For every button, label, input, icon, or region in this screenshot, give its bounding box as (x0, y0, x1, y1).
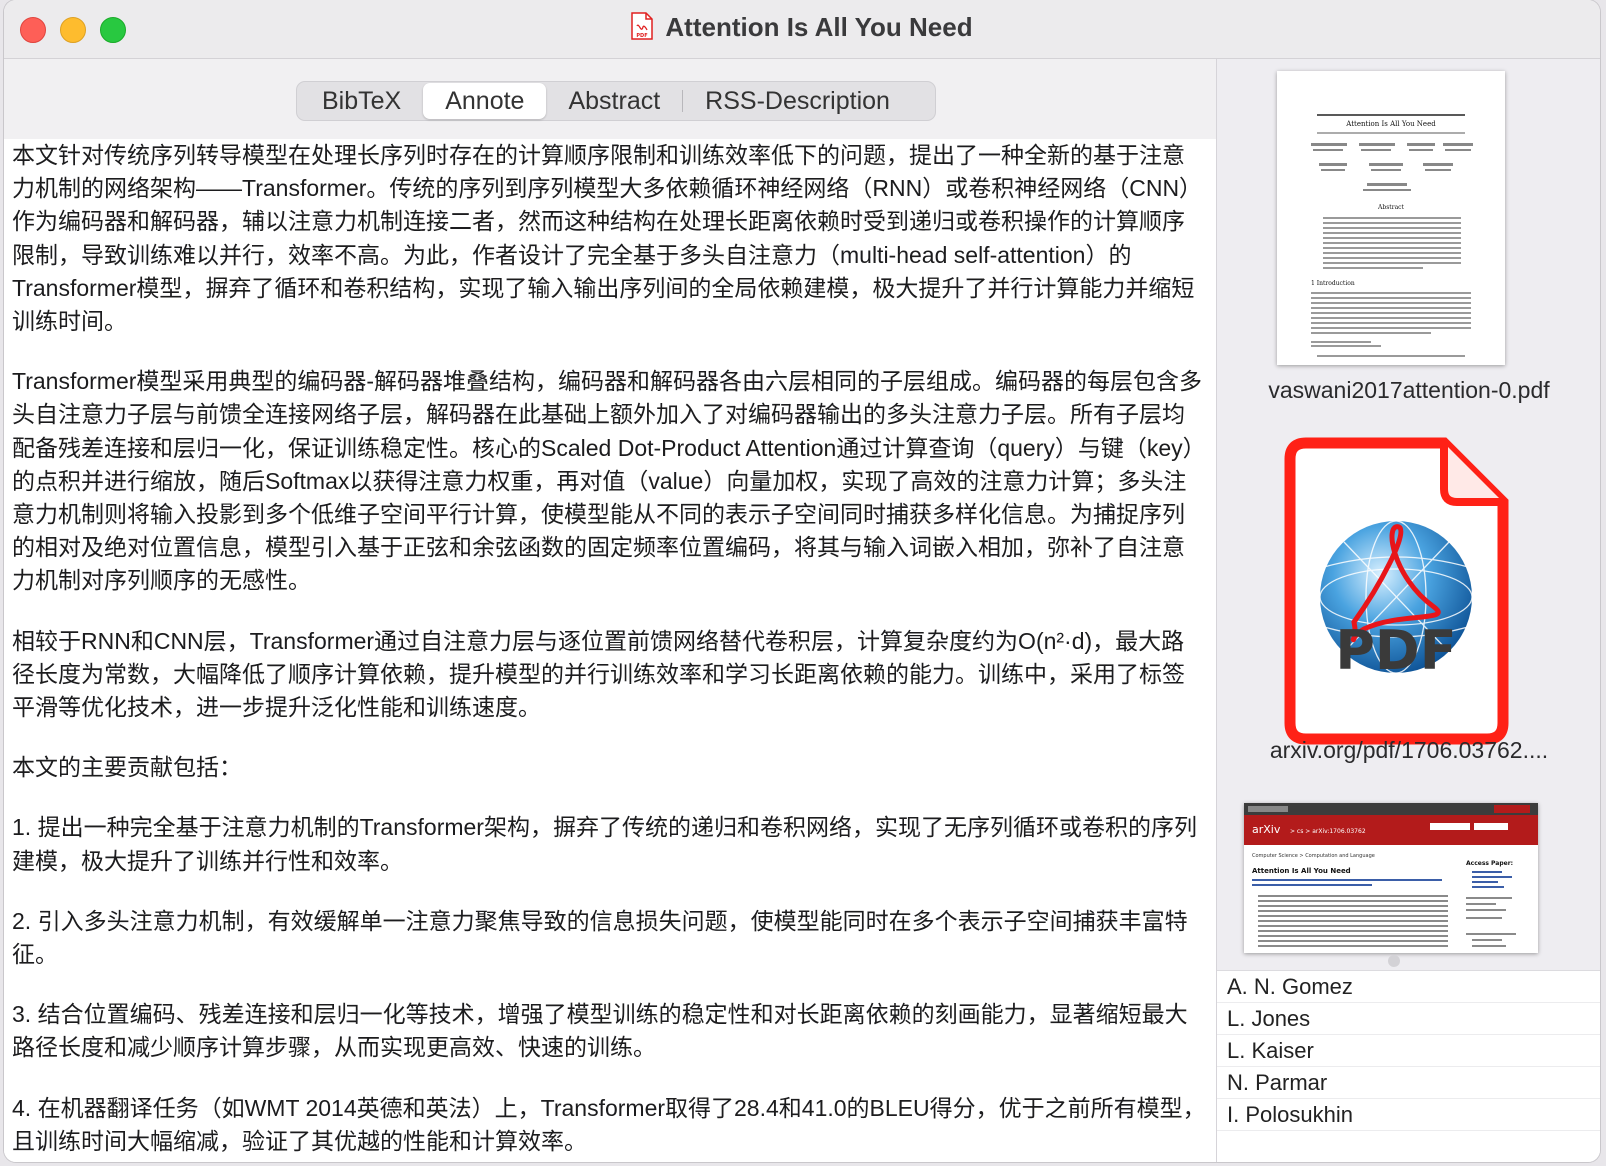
tab-annote[interactable]: Annote (423, 83, 547, 119)
tab-bibtex[interactable]: BibTeX (300, 83, 423, 119)
tab-abstract[interactable]: Abstract (546, 83, 682, 119)
attachment-pdf-label-wrap: vaswani2017attention-0.pdf (1217, 377, 1600, 404)
content-pane: BibTeX Annote Abstract RSS-Description 本… (4, 59, 1216, 1162)
acrobat-pdf-icon: PDF (1284, 437, 1509, 745)
pdf-document-icon: PDF (631, 12, 654, 40)
title-bar: PDF Attention Is All You Need (4, 0, 1600, 59)
author-item[interactable]: I. Polosukhin (1217, 1099, 1600, 1131)
arxiv-page-preview: arXiv > cs > arXiv:1706.03762 Computer S… (1244, 803, 1538, 947)
thumb-arxiv-section: Computer Science > Computation and Langu… (1252, 853, 1375, 859)
annote-paragraph: 1. 提出一种完全基于注意力机制的Transformer架构，摒弃了传统的递归和… (12, 814, 1197, 874)
window-title-area: PDF Attention Is All You Need (4, 12, 1600, 43)
annote-paragraph: 3. 结合位置编码、残差连接和层归一化等技术，增强了模型训练的稳定性和对长距离依… (12, 1001, 1188, 1061)
attachments-sidebar: Attention Is All You Need Abstract 1 Int… (1216, 59, 1600, 1162)
author-item[interactable]: A. N. Gomez (1217, 971, 1600, 1003)
tab-bar: BibTeX Annote Abstract RSS-Description (296, 81, 936, 121)
annote-paragraph: 相较于RNN和CNN层，Transformer通过自注意力层与逐位置前馈网络替代… (12, 627, 1185, 721)
annote-paragraph: 本文的主要贡献包括： (12, 754, 242, 781)
annote-paragraph: 本文针对传统序列转导模型在处理长序列时存在的计算顺序限制和训练效率低下的问题，提… (12, 142, 1203, 335)
authors-list: A. N. Gomez L. Jones L. Kaiser N. Parmar… (1217, 970, 1600, 1162)
thumb-arxiv-breadcrumb: > cs > arXiv:1706.03762 (1290, 828, 1366, 835)
annote-paragraph: 4. 在机器翻译任务（如WMT 2014英德和英法）上，Transformer取… (12, 1094, 1206, 1154)
pdf-thumbnail[interactable]: Attention Is All You Need Abstract 1 Int… (1277, 71, 1505, 365)
thumb-pdf-abstract-heading: Abstract (1377, 204, 1404, 211)
annote-paragraph: Transformer模型采用典型的编码器-解码器堆叠结构，编码器和解码器各由六… (12, 368, 1206, 594)
thumb-arxiv-brand: arXiv (1252, 823, 1281, 836)
svg-text:PDF: PDF (637, 33, 648, 39)
annote-paragraph: 2. 引入多头注意力机制，有效缓解单一注意力聚焦导致的信息损失问题，使模型能同时… (12, 907, 1188, 968)
window-title: Attention Is All You Need (665, 12, 973, 42)
tab-rss-description[interactable]: RSS-Description (683, 83, 912, 119)
thumb-pdf-intro-heading: 1 Introduction (1311, 280, 1355, 287)
thumb-pdf-title: Attention Is All You Need (1345, 120, 1436, 128)
pdf-icon-text: PDF (1335, 619, 1456, 682)
pdf-file-icon[interactable]: PDF (1284, 437, 1509, 745)
annote-text-editor[interactable]: 本文针对传统序列转导模型在处理长序列时存在的计算顺序限制和训练效率低下的问题，提… (4, 139, 1216, 1162)
main-window: PDF Attention Is All You Need BibTeX Ann… (4, 0, 1600, 1162)
author-item[interactable]: N. Parmar (1217, 1067, 1600, 1099)
pdf-page-preview: Attention Is All You Need Abstract 1 Int… (1311, 114, 1473, 357)
thumb-arxiv-access: Access Paper: (1466, 860, 1513, 867)
thumb-arxiv-title: Attention Is All You Need (1252, 867, 1351, 875)
author-item[interactable]: L. Jones (1217, 1003, 1600, 1035)
arxiv-page-thumbnail[interactable]: arXiv > cs > arXiv:1706.03762 Computer S… (1244, 803, 1538, 953)
attachment-pdf-label[interactable]: vaswani2017attention-0.pdf (1268, 377, 1549, 403)
attachment-url-label[interactable]: arxiv.org/pdf/1706.03762.... (1270, 737, 1548, 763)
attachment-url-label-wrap: arxiv.org/pdf/1706.03762.... (1217, 737, 1600, 764)
split-handle[interactable] (1388, 955, 1400, 967)
author-item[interactable]: L. Kaiser (1217, 1035, 1600, 1067)
